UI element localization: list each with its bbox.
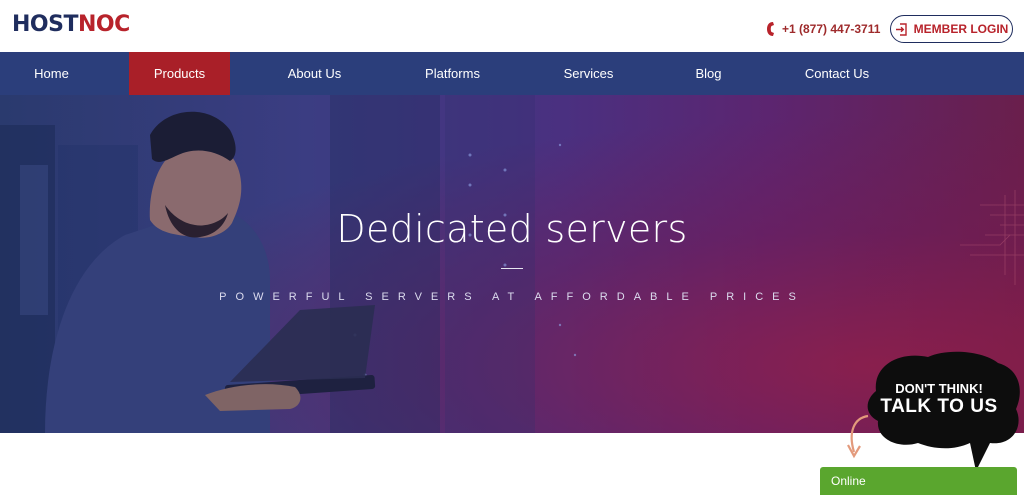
main-nav: Home Products About Us Platforms Service… xyxy=(0,52,1024,95)
nav-item-contact-us[interactable]: Contact Us xyxy=(782,52,892,95)
live-chat-status-bar[interactable]: Online xyxy=(820,467,1017,495)
hostnoc-logo[interactable]: HOSTNOC xyxy=(12,12,130,38)
chat-tagline: DON'T THINK! xyxy=(895,381,983,396)
hero-subtitle: POWERFUL SERVERS AT AFFORDABLE PRICES xyxy=(219,291,805,303)
chat-headline: TALK TO US xyxy=(880,396,998,417)
nav-label: Products xyxy=(153,66,206,81)
hero-title: Dedicated servers xyxy=(336,207,688,251)
nav-item-services[interactable]: Services xyxy=(536,52,641,95)
nav-item-about-us[interactable]: About Us xyxy=(262,52,367,95)
site-header: HOSTNOC +1 (877) 447-3711 MEMBER LOGIN xyxy=(0,0,1024,52)
nav-label: Platforms xyxy=(425,66,480,81)
nav-label: Services xyxy=(563,66,614,81)
hero-divider xyxy=(501,268,523,269)
nav-item-home[interactable]: Home xyxy=(0,52,103,95)
login-icon xyxy=(895,22,907,36)
nav-label: Home xyxy=(34,66,69,81)
member-login-label: MEMBER LOGIN xyxy=(913,22,1009,36)
logo-host-text: HOST xyxy=(12,12,78,37)
member-login-button[interactable]: MEMBER LOGIN xyxy=(890,15,1013,43)
nav-item-platforms[interactable]: Platforms xyxy=(400,52,505,95)
phone-number: +1 (877) 447-3711 xyxy=(782,22,881,36)
nav-item-blog[interactable]: Blog xyxy=(666,52,751,95)
nav-label: Blog xyxy=(695,66,722,81)
chat-status-label: Online xyxy=(831,474,866,488)
curved-arrow-icon xyxy=(847,414,869,459)
nav-label: About Us xyxy=(287,66,342,81)
phone-icon xyxy=(767,22,774,36)
nav-item-products[interactable]: Products xyxy=(129,52,230,95)
phone-link[interactable]: +1 (877) 447-3711 xyxy=(766,19,880,39)
logo-noc-text: NOC xyxy=(77,12,130,37)
nav-label: Contact Us xyxy=(804,66,870,81)
